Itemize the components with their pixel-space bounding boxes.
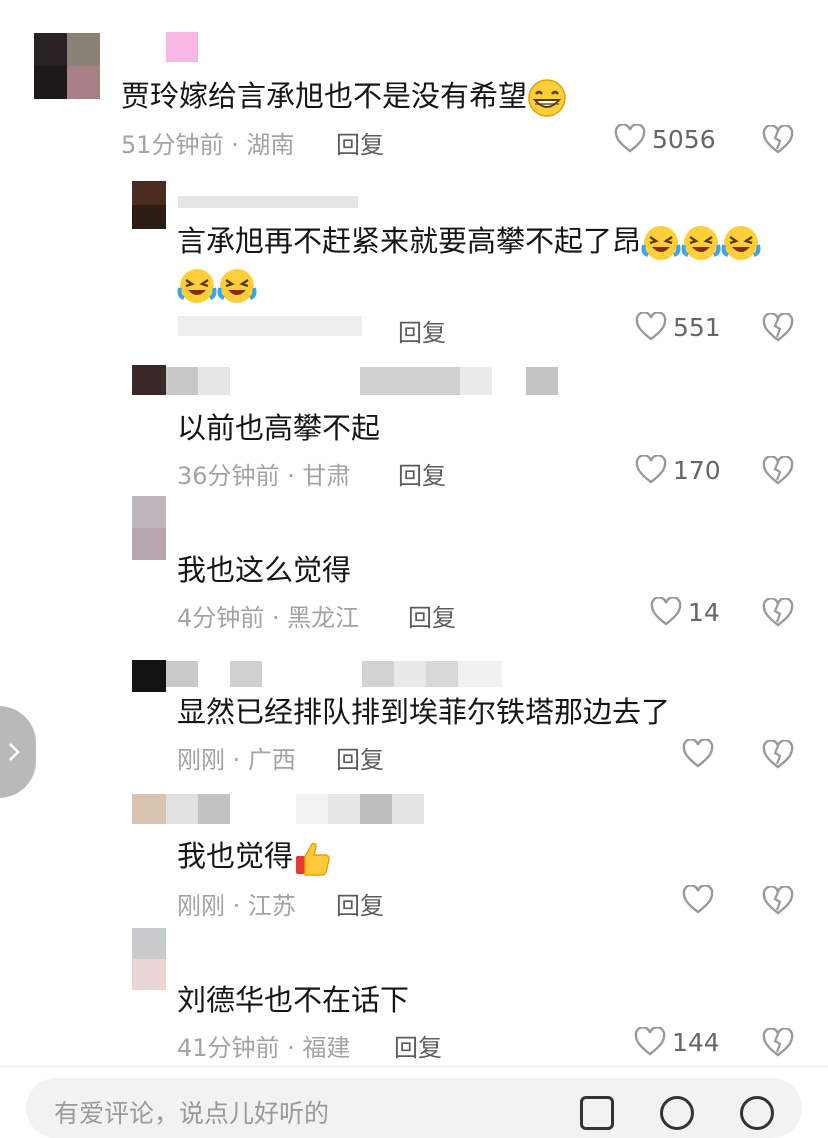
- heart-outline-icon: [682, 739, 714, 768]
- comment-text: 显然已经排队排到埃菲尔铁塔那边去了: [177, 695, 671, 729]
- like-count: 144: [672, 1027, 720, 1057]
- reply-button[interactable]: 回复: [336, 125, 384, 160]
- reply-button[interactable]: 回复: [398, 313, 446, 348]
- heart-outline-icon: [634, 1027, 666, 1056]
- comment-text: 我也这么觉得: [177, 553, 352, 587]
- rolling-laughing-face-icon: [721, 226, 761, 260]
- avatar[interactable]: [132, 928, 166, 990]
- like-count: 170: [673, 455, 721, 485]
- like-button[interactable]: 14: [650, 597, 720, 627]
- mention-icon[interactable]: [660, 1096, 694, 1130]
- comment-text: 贾玲嫁给言承旭也不是没有希望: [121, 76, 567, 118]
- broken-heart-icon[interactable]: [762, 740, 794, 770]
- rolling-laughing-face-icon: [681, 226, 721, 260]
- comment-text-line2: [177, 264, 257, 306]
- comment-text: 以前也高攀不起: [177, 411, 381, 445]
- avatar[interactable]: [132, 794, 166, 824]
- broken-heart-icon[interactable]: [762, 313, 794, 343]
- side-expand-button[interactable]: [0, 706, 36, 798]
- comment-time-location: 刚刚 · 江苏: [177, 892, 296, 920]
- avatar[interactable]: [132, 496, 166, 560]
- avatar[interactable]: [132, 365, 166, 395]
- broken-heart-icon[interactable]: [762, 886, 794, 916]
- avatar[interactable]: [34, 33, 100, 99]
- heart-outline-icon: [614, 124, 646, 153]
- username-blurred[interactable]: [166, 367, 558, 395]
- reply-button[interactable]: 回复: [408, 598, 456, 633]
- avatar[interactable]: [132, 181, 166, 229]
- heart-outline-icon: [635, 455, 667, 484]
- comment-input-placeholder: 有爱评论，说点儿好听的: [54, 1099, 330, 1128]
- heart-outline-icon: [635, 312, 667, 341]
- avatar[interactable]: [132, 660, 166, 692]
- comment-time-location: 41分钟前 · 福建: [177, 1034, 351, 1062]
- like-button[interactable]: [682, 739, 720, 769]
- like-button[interactable]: [682, 885, 720, 915]
- like-button[interactable]: 144: [634, 1027, 720, 1057]
- comment-text: 言承旭再不赶紧来就要高攀不起了昂: [177, 221, 761, 263]
- broken-heart-icon[interactable]: [762, 1028, 794, 1058]
- like-button[interactable]: 5056: [614, 124, 716, 154]
- rolling-laughing-face-icon: [217, 269, 257, 303]
- comment-text: 我也觉得: [177, 836, 333, 878]
- rolling-laughing-face-icon: [641, 226, 681, 260]
- comment-time-location: 刚刚 · 广西: [177, 746, 296, 774]
- image-icon[interactable]: [580, 1096, 614, 1130]
- username-blurred[interactable]: [178, 196, 358, 208]
- reply-button[interactable]: 回复: [336, 740, 384, 775]
- emoji-icon[interactable]: [740, 1096, 774, 1130]
- chevron-right-icon: [9, 743, 20, 761]
- broken-heart-icon[interactable]: [762, 125, 794, 155]
- comment-time-location: 36分钟前 · 甘肃: [177, 462, 351, 490]
- time-location-blurred: [178, 316, 362, 336]
- like-count: 5056: [652, 124, 716, 154]
- reply-button[interactable]: 回复: [398, 456, 446, 491]
- like-count: 14: [688, 597, 720, 627]
- like-count: 551: [673, 312, 721, 342]
- heart-outline-icon: [682, 885, 714, 914]
- comment-text: 刘德华也不在话下: [177, 983, 410, 1017]
- username-blurred[interactable]: [166, 794, 424, 824]
- reply-button[interactable]: 回复: [336, 886, 384, 921]
- thumbs-up-icon: [296, 842, 330, 876]
- username-blurred[interactable]: [166, 32, 198, 62]
- rolling-laughing-face-icon: [177, 269, 217, 303]
- username-blurred[interactable]: [166, 661, 502, 687]
- comment-time-location: 51分钟前 · 湖南: [121, 131, 295, 159]
- broken-heart-icon[interactable]: [762, 598, 794, 628]
- heart-outline-icon: [650, 597, 682, 626]
- comment-time-location: 4分钟前 · 黑龙江: [177, 604, 360, 632]
- broken-heart-icon[interactable]: [762, 456, 794, 486]
- reply-button[interactable]: 回复: [394, 1028, 442, 1063]
- like-button[interactable]: 170: [635, 455, 721, 485]
- grinning-face-icon: [528, 79, 566, 117]
- like-button[interactable]: 551: [635, 312, 721, 342]
